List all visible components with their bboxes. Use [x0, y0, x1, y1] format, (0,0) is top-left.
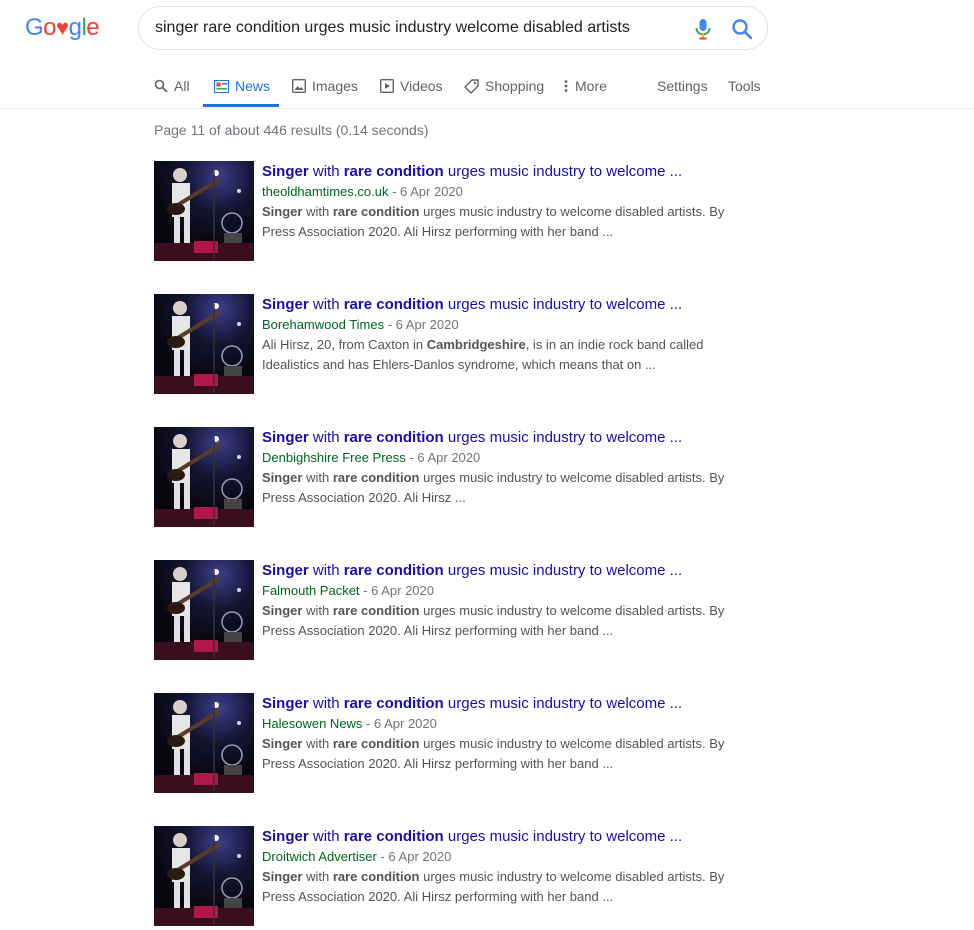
search-input[interactable]: singer rare condition urges music indust…: [155, 19, 630, 37]
logo-letter: o: [43, 14, 57, 41]
result-source: theoldhamtimes.co.uk - 6 Apr 2020: [262, 184, 463, 199]
google-logo[interactable]: Go♥gle: [25, 14, 100, 42]
mic-icon[interactable]: [693, 18, 713, 40]
search-tabs: All News Images Videos Shopping More Set…: [0, 68, 974, 109]
result-snippet: Singer with rare condition urges music i…: [262, 603, 725, 638]
news-result: Singer with rare condition urges music i…: [154, 427, 754, 527]
result-date: - 6 Apr 2020: [359, 583, 434, 598]
tab-shopping[interactable]: Shopping: [464, 76, 544, 96]
result-date: - 6 Apr 2020: [376, 849, 452, 864]
tab-label: News: [235, 78, 271, 94]
search-box[interactable]: singer rare condition urges music indust…: [138, 6, 768, 50]
result-title-link[interactable]: Singer with rare condition urges music i…: [262, 162, 742, 182]
search-icon[interactable]: [731, 18, 753, 40]
result-snippet: Singer with rare condition urges music i…: [262, 204, 725, 239]
logo-letter: g: [68, 14, 82, 41]
tab-label: Images: [312, 78, 358, 94]
result-snippet: Singer with rare condition urges music i…: [262, 736, 725, 771]
tab-label: Tools: [728, 78, 761, 94]
result-snippet: Singer with rare condition urges music i…: [262, 869, 725, 904]
news-result: Singer with rare condition urges music i…: [154, 693, 754, 793]
tab-tools[interactable]: Tools: [728, 76, 761, 96]
news-result: Singer with rare condition urges music i…: [154, 560, 754, 660]
tab-news[interactable]: News: [214, 76, 270, 96]
result-date: - 6 Apr 2020: [384, 317, 459, 332]
result-thumbnail[interactable]: [154, 161, 254, 261]
result-snippet: Singer with rare condition urges music i…: [262, 470, 725, 505]
active-tab-indicator: [203, 104, 279, 107]
result-thumbnail[interactable]: [154, 560, 254, 660]
heart-icon: ♥: [56, 15, 69, 40]
result-thumbnail[interactable]: [154, 294, 254, 394]
image-icon: [292, 79, 306, 93]
tab-label: Settings: [657, 78, 708, 94]
tab-more[interactable]: More: [563, 76, 607, 96]
result-source: Borehamwood Times - 6 Apr 2020: [262, 317, 459, 332]
result-snippet: Ali Hirsz, 20, from Caxton in Cambridges…: [262, 337, 704, 372]
tab-label: All: [174, 78, 190, 94]
result-stats: Page 11 of about 446 results (0.14 secon…: [154, 122, 429, 138]
tab-images[interactable]: Images: [292, 76, 358, 96]
tab-label: Videos: [400, 78, 443, 94]
tab-label: Shopping: [485, 78, 545, 94]
result-source: Droitwich Advertiser - 6 Apr 2020: [262, 849, 452, 864]
result-title-link[interactable]: Singer with rare condition urges music i…: [262, 561, 742, 581]
news-icon: [214, 79, 229, 93]
result-date: - 6 Apr 2020: [388, 184, 463, 199]
logo-letter: e: [86, 14, 100, 41]
result-thumbnail[interactable]: [154, 693, 254, 793]
result-thumbnail[interactable]: [154, 826, 254, 926]
tab-label: More: [575, 78, 607, 94]
tab-settings[interactable]: Settings: [657, 76, 708, 96]
tag-icon: [464, 78, 479, 94]
result-title-link[interactable]: Singer with rare condition urges music i…: [262, 827, 742, 847]
search-icon: [154, 79, 168, 93]
news-result: Singer with rare condition urges music i…: [154, 826, 754, 926]
result-title-link[interactable]: Singer with rare condition urges music i…: [262, 295, 742, 315]
result-date: - 6 Apr 2020: [362, 716, 437, 731]
result-title-link[interactable]: Singer with rare condition urges music i…: [262, 694, 742, 714]
result-title-link[interactable]: Singer with rare condition urges music i…: [262, 428, 742, 448]
news-result: Singer with rare condition urges music i…: [154, 161, 754, 261]
more-vert-icon: [564, 80, 568, 92]
tab-all[interactable]: All: [154, 76, 190, 96]
result-source: Falmouth Packet - 6 Apr 2020: [262, 583, 434, 598]
result-date: - 6 Apr 2020: [405, 450, 481, 465]
result-source: Halesowen News - 6 Apr 2020: [262, 716, 437, 731]
result-source: Denbighshire Free Press - 6 Apr 2020: [262, 450, 481, 465]
tab-videos[interactable]: Videos: [380, 76, 443, 96]
logo-letter: G: [25, 14, 44, 41]
result-thumbnail[interactable]: [154, 427, 254, 527]
news-result: Singer with rare condition urges music i…: [154, 294, 754, 394]
video-icon: [380, 79, 394, 93]
